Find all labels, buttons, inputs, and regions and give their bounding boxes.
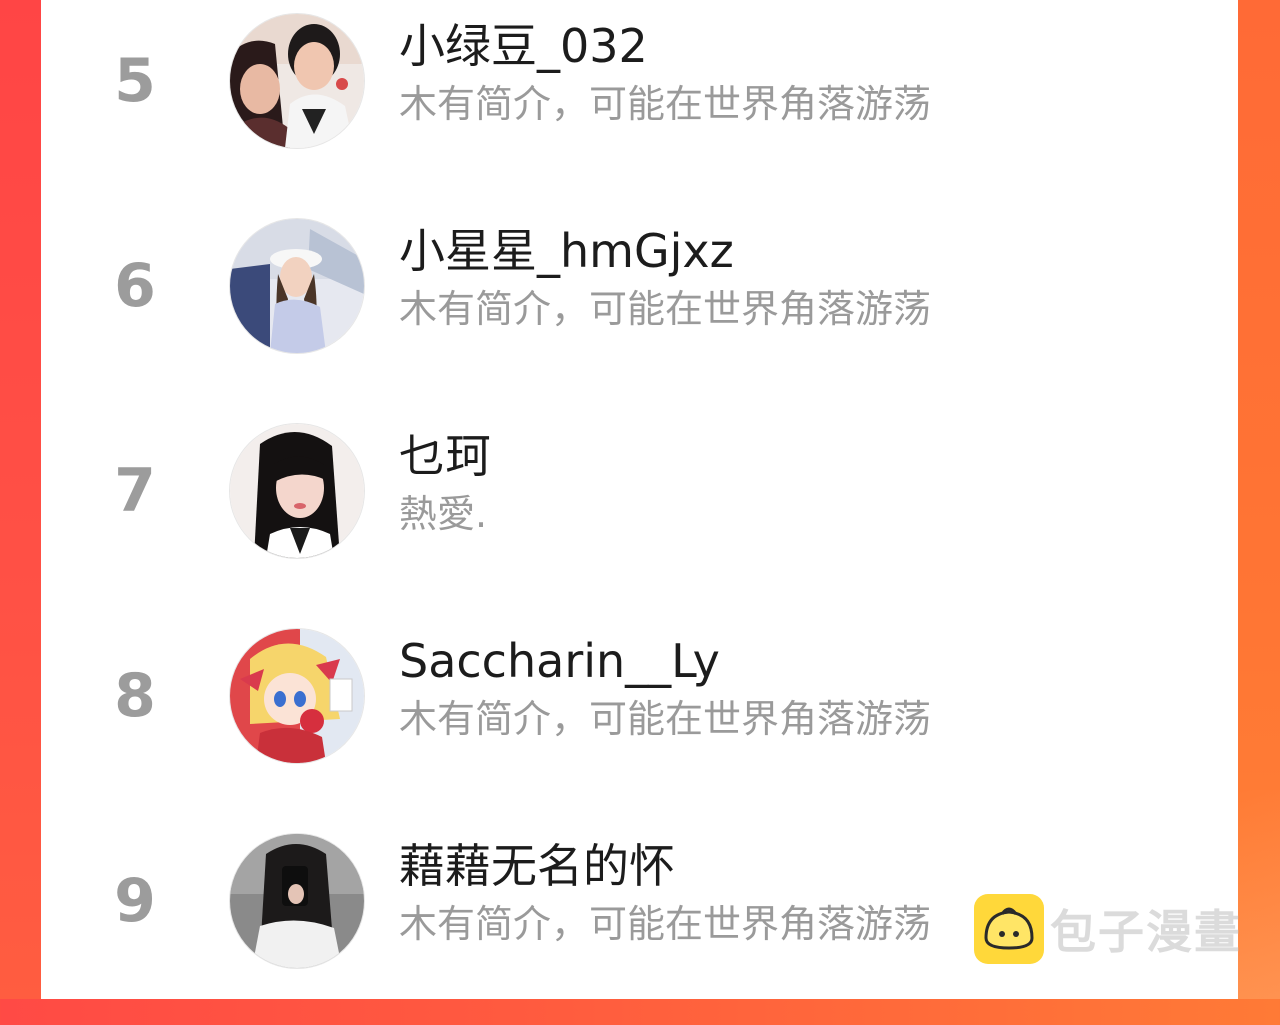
- list-item[interactable]: 5 小绿豆_032 木有简介，可能在世界角落游荡: [41, 0, 1238, 205]
- avatar-image: [230, 834, 364, 968]
- user-bio: 木有简介，可能在世界角落游荡: [399, 82, 932, 126]
- rank-number: 5: [114, 46, 156, 116]
- avatar[interactable]: [230, 424, 364, 558]
- ranking-list-panel: 5 小绿豆_032 木有简介，可能在世界角落游荡 6 小星星_hmGjxz 木有…: [41, 0, 1238, 999]
- list-item[interactable]: 8 Saccharin__Ly 木有简介，可能在世界角落游荡: [41, 615, 1238, 820]
- user-bio: 熱愛.: [399, 492, 488, 536]
- avatar[interactable]: [230, 834, 364, 968]
- user-bio: 木有简介，可能在世界角落游荡: [399, 697, 932, 741]
- avatar[interactable]: [230, 14, 364, 148]
- user-name[interactable]: Saccharin__Ly: [399, 631, 720, 691]
- avatar-image: [230, 219, 364, 353]
- list-item[interactable]: 6 小星星_hmGjxz 木有简介，可能在世界角落游荡: [41, 205, 1238, 410]
- user-bio: 木有简介，可能在世界角落游荡: [399, 287, 932, 331]
- list-item[interactable]: 7 乜珂 熱愛.: [41, 410, 1238, 615]
- user-name[interactable]: 乜珂: [399, 426, 491, 486]
- user-name[interactable]: 小星星_hmGjxz: [399, 221, 734, 281]
- rank-number: 7: [114, 456, 156, 526]
- avatar-image: [230, 14, 364, 148]
- user-bio: 木有简介，可能在世界角落游荡: [399, 902, 932, 946]
- rank-number: 9: [114, 866, 156, 936]
- avatar[interactable]: [230, 629, 364, 763]
- watermark: 包子漫畫: [974, 893, 1242, 965]
- avatar-image: [230, 629, 364, 763]
- avatar-image: [230, 424, 364, 558]
- left-orange-border: [0, 0, 41, 999]
- rank-number: 8: [114, 661, 156, 731]
- right-orange-border: [1238, 0, 1280, 999]
- user-name[interactable]: 藉藉无名的怀: [399, 836, 675, 896]
- rank-number: 6: [114, 251, 156, 321]
- bun-logo-icon: [974, 894, 1044, 964]
- watermark-text: 包子漫畫: [1050, 905, 1242, 959]
- user-name[interactable]: 小绿豆_032: [399, 16, 648, 76]
- avatar[interactable]: [230, 219, 364, 353]
